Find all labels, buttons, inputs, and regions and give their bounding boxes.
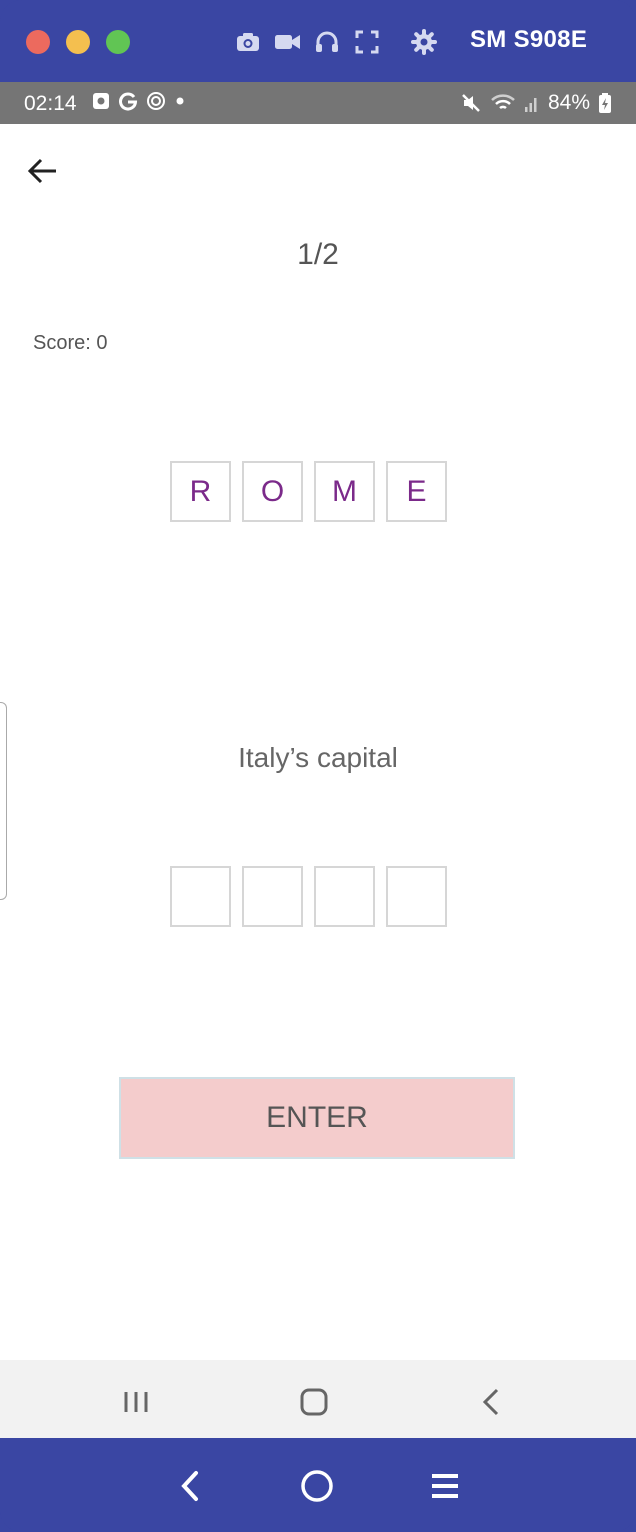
answer-input-tile[interactable] [314,866,375,927]
home-circle-icon[interactable] [297,1466,337,1506]
mute-icon [462,94,480,112]
answer-input-tile[interactable] [386,866,447,927]
emulator-toolbar: SM S908E [0,0,636,82]
side-drawer-handle[interactable] [0,702,7,900]
answer-input-tile[interactable] [242,866,303,927]
wifi-icon [491,94,515,110]
signal-icon [524,98,537,112]
game-screen: 1/2 Score: 0 R O M E Italy’s capital ENT… [0,124,636,1360]
word-tile: M [314,461,375,522]
word-tile: O [242,461,303,522]
clue-text: Italy’s capital [238,742,398,773]
android-nav-bar [0,1360,636,1438]
camera-icon[interactable] [234,28,262,56]
battery-icon [599,93,611,113]
score-label: Score: 0 [33,332,108,354]
close-window-button[interactable] [26,30,50,54]
word-tile: E [386,461,447,522]
video-icon[interactable] [273,28,301,56]
target-icon [147,92,165,110]
emulator-bottom-controls [0,1438,636,1532]
word-tile: R [170,461,231,522]
status-bar: 02:14 84% [0,82,636,124]
notification-square-icon [93,93,109,109]
enter-button[interactable]: ENTER [119,1077,515,1159]
status-time: 02:14 [24,92,77,115]
minimize-window-button[interactable] [66,30,90,54]
battery-percent: 84% [547,91,590,114]
word-tiles: R O M E [170,461,447,522]
device-name: SM S908E [470,26,588,53]
home-icon[interactable] [294,1382,334,1422]
back-arrow-icon[interactable] [26,154,60,188]
headphones-icon[interactable] [313,28,341,56]
question-progress: 1/2 [297,238,339,271]
dot-icon [176,97,184,105]
back-chevron-icon[interactable] [170,1466,210,1506]
recents-icon[interactable] [116,1382,156,1422]
fullscreen-icon[interactable] [353,28,381,56]
emulator-frame: SM S908E 02:14 84% 1/2 Score: 0 R O M E … [0,0,636,1532]
answer-input-tile[interactable] [170,866,231,927]
maximize-window-button[interactable] [106,30,130,54]
back-icon[interactable] [472,1382,512,1422]
gear-icon[interactable] [410,28,438,56]
answer-tiles [170,866,447,927]
menu-icon[interactable] [425,1466,465,1506]
google-g-icon [119,92,138,111]
